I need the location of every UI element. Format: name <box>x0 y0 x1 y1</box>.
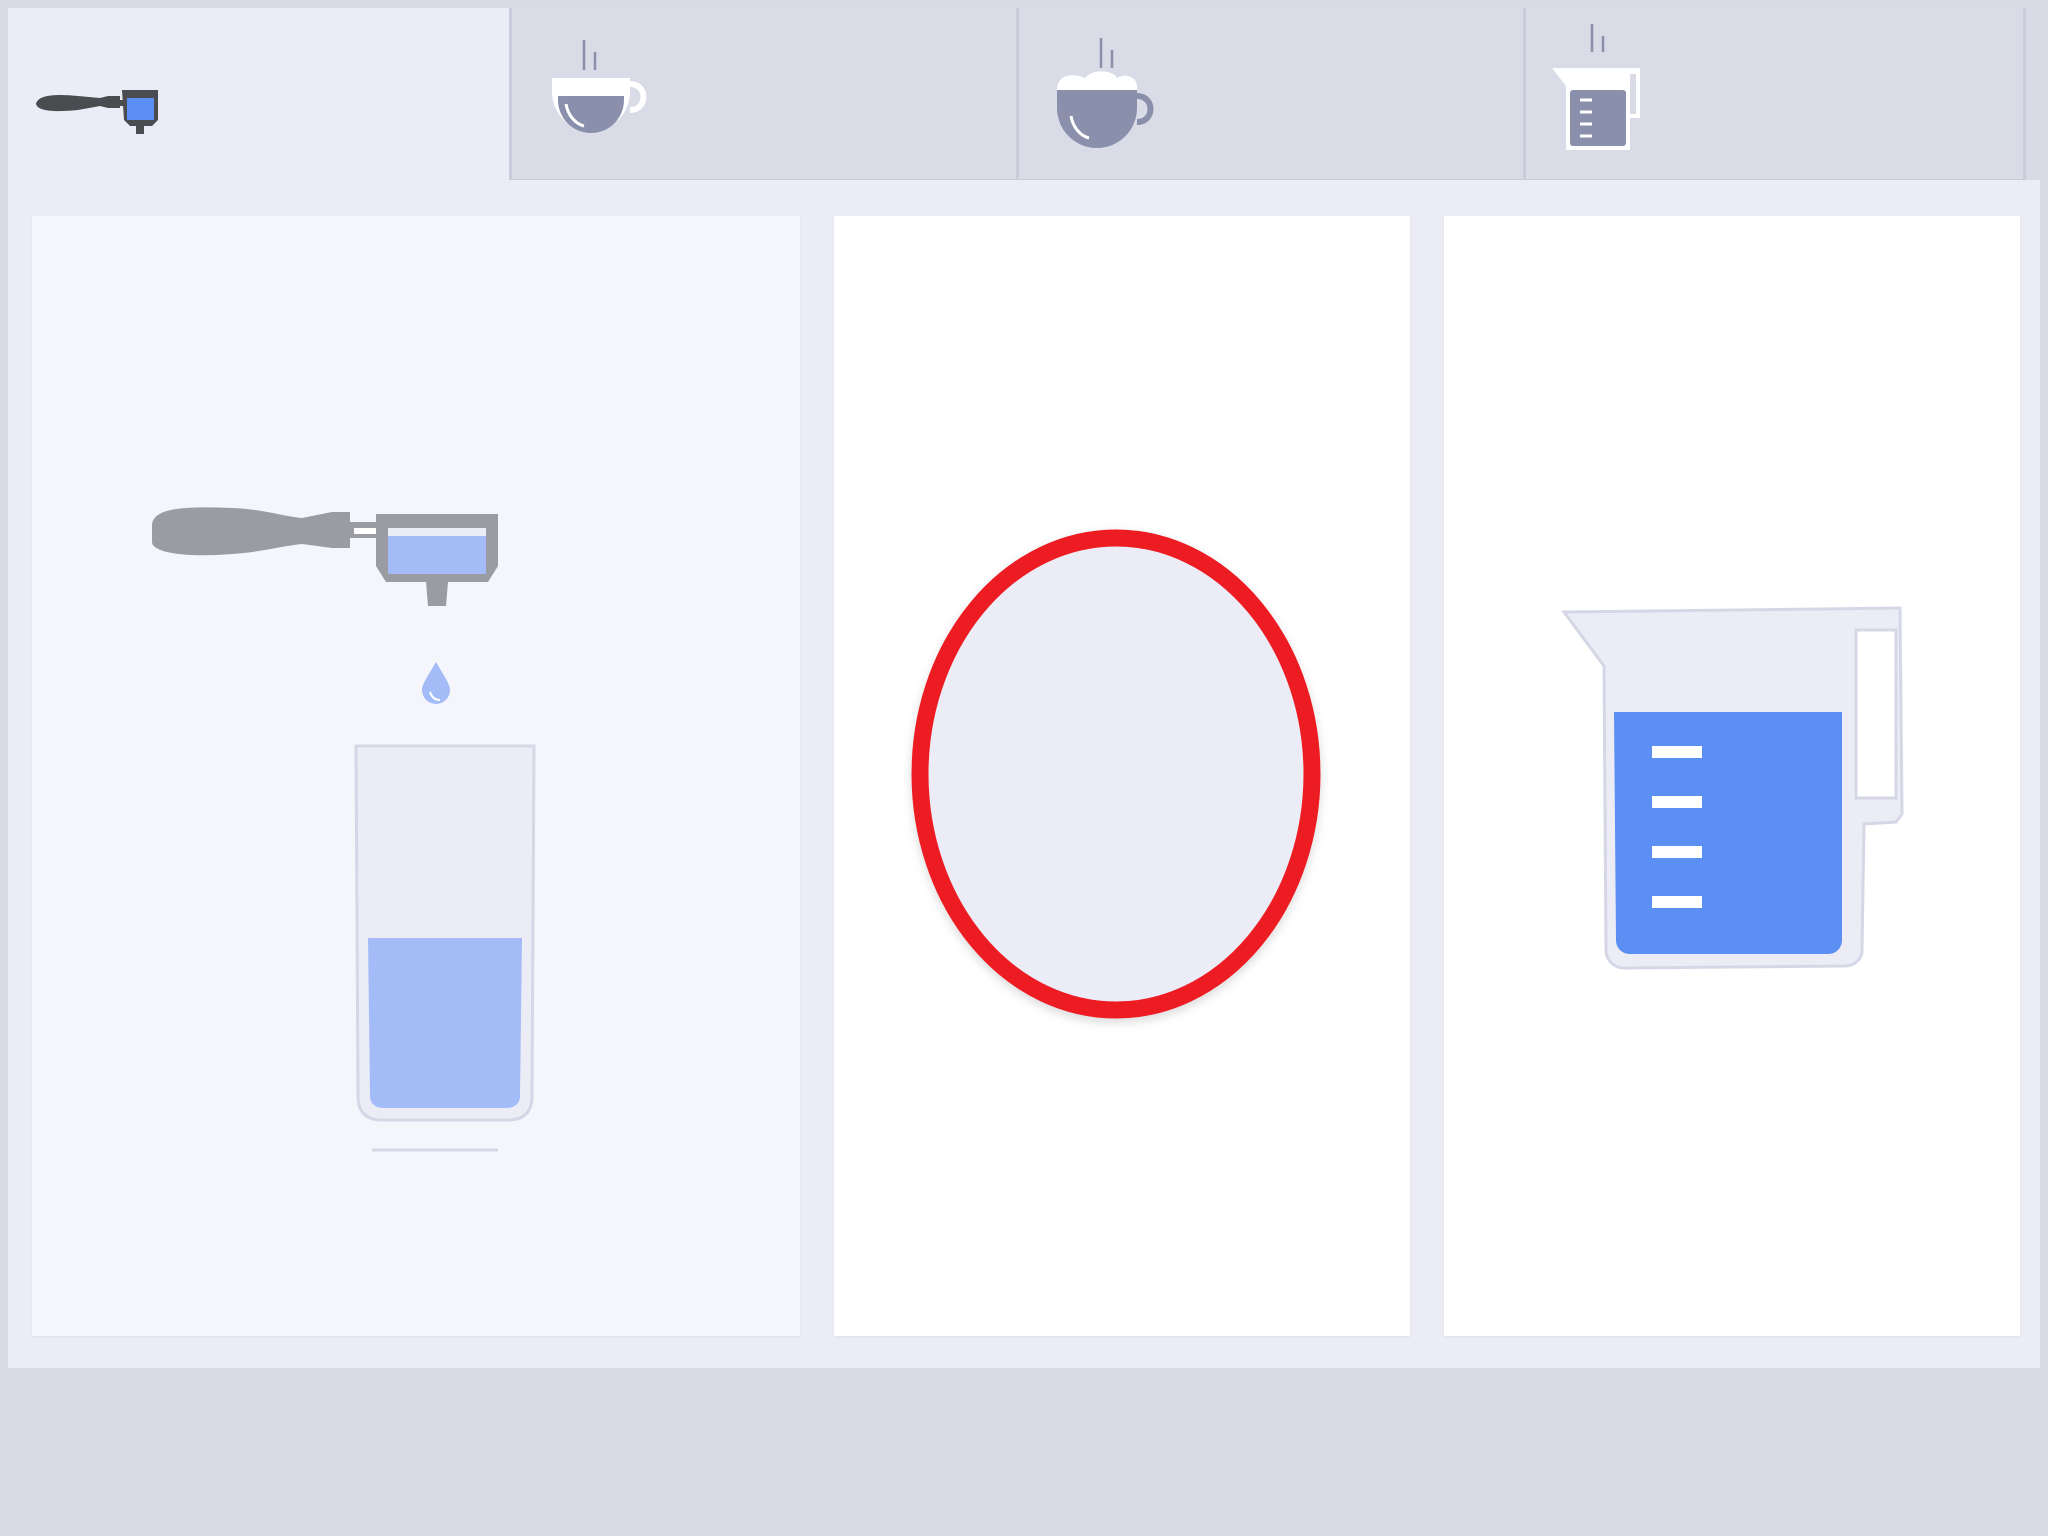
portafilter-glass-icon <box>152 507 536 1152</box>
jug-water <box>1614 712 1842 954</box>
option-card-glass[interactable] <box>32 216 800 1336</box>
options-panel <box>8 180 2040 1368</box>
option-card-cup[interactable] <box>834 216 1410 1336</box>
option-card-jug[interactable] <box>1444 216 2020 1336</box>
tab-bar <box>8 8 2040 182</box>
water-jug-icon <box>1552 24 1640 150</box>
coffee-cup-icon <box>552 40 647 133</box>
tab-hot-water[interactable] <box>1526 8 2026 182</box>
tab-espresso[interactable] <box>8 8 512 182</box>
drink-selector-app <box>0 0 2048 1536</box>
measuring-jug-icon <box>1561 606 1904 970</box>
bottom-area <box>0 1368 2048 1536</box>
portafilter-icon <box>36 90 158 134</box>
empty-cup-icon <box>911 529 1321 1019</box>
tab-coffee[interactable] <box>512 8 1019 182</box>
highlight-ring <box>911 529 1321 1019</box>
foam-cup-icon <box>1057 38 1154 148</box>
glass-liquid <box>368 938 522 1108</box>
tab-cappuccino[interactable] <box>1019 8 1526 182</box>
